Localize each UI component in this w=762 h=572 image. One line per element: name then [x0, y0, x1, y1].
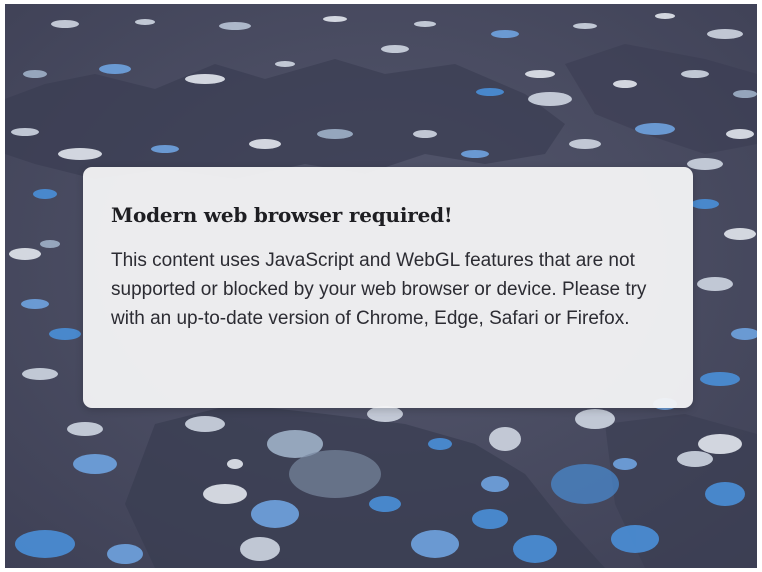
dialog-message: This content uses JavaScript and WebGL f…	[111, 250, 647, 329]
browser-required-dialog: Modern web browser required! This conten…	[83, 167, 693, 408]
webgl-viewport: Modern web browser required! This conten…	[5, 4, 757, 568]
landmass	[5, 59, 565, 179]
dialog-title: Modern web browser required!	[111, 203, 453, 227]
